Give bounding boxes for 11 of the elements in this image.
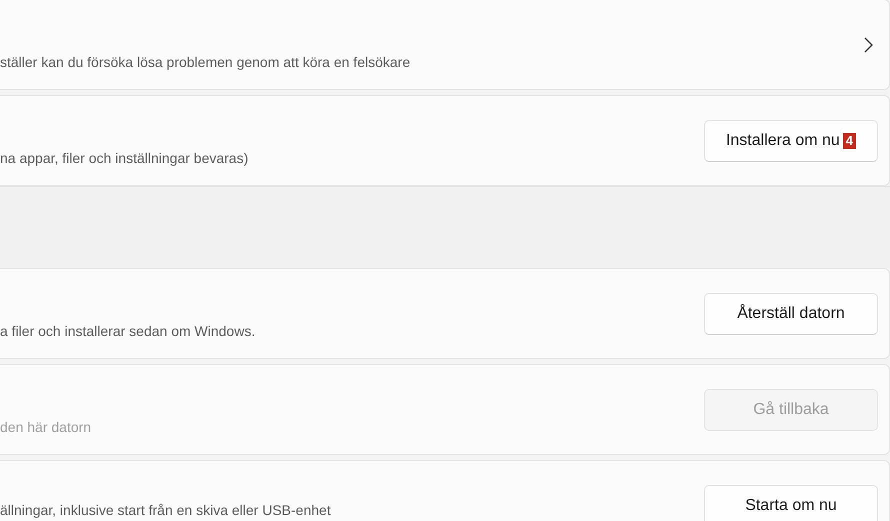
action-button[interactable]: Återställ datorn — [704, 292, 878, 334]
chevron-right-icon — [862, 36, 874, 52]
setting-description: a filer och installerar sedan om Windows. — [0, 322, 256, 338]
setting-description: den här datorn — [0, 418, 92, 434]
action-button[interactable]: Starta om nu — [704, 484, 878, 521]
setting-description: na appar, filer och inställningar bevaras) — [0, 148, 248, 166]
count-badge: 4 — [842, 132, 856, 148]
settings-card[interactable]: ställer kan du försöka lösa problemen genom att köra en felsökare — [0, 0, 890, 90]
setting-description: ällningar, inklusive start från en skiva eller USB-enhet — [0, 501, 331, 519]
action-button[interactable]: Installera om nu 4 — [704, 120, 878, 162]
setting-description: ställer kan du försöka lösa problemen genom att köra en felsökare — [0, 52, 410, 70]
